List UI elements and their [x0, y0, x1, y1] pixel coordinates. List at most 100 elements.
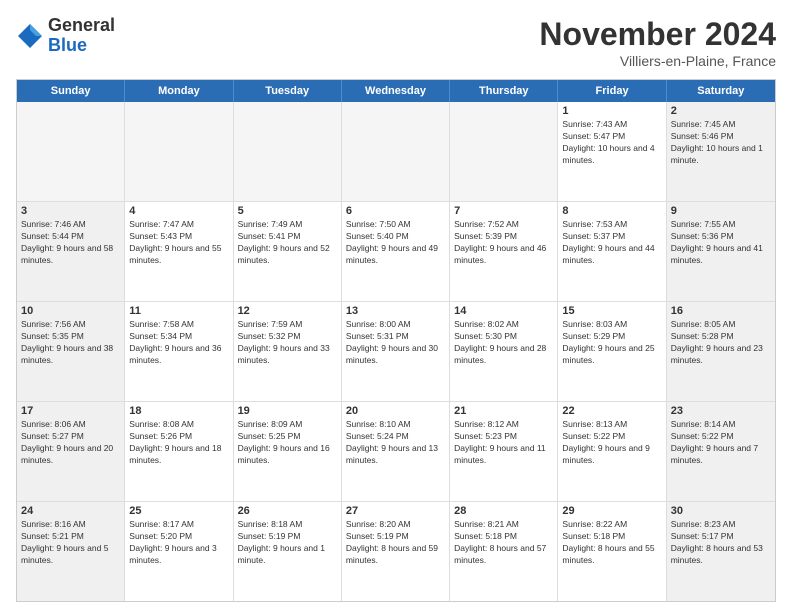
- day-info: Sunrise: 7:58 AM Sunset: 5:34 PM Dayligh…: [129, 319, 228, 367]
- day-info: Sunrise: 7:47 AM Sunset: 5:43 PM Dayligh…: [129, 219, 228, 267]
- calendar-week-row: 10 Sunrise: 7:56 AM Sunset: 5:35 PM Dayli…: [17, 302, 775, 402]
- empty-day-cell: [342, 102, 450, 201]
- title-area: November 2024 Villiers-en-Plaine, France: [539, 16, 776, 69]
- day-cell: 17 Sunrise: 8:06 AM Sunset: 5:27 PM Dayli…: [17, 402, 125, 501]
- day-info: Sunrise: 8:08 AM Sunset: 5:26 PM Dayligh…: [129, 419, 228, 467]
- day-info: Sunrise: 8:20 AM Sunset: 5:19 PM Dayligh…: [346, 519, 445, 567]
- day-info: Sunrise: 8:16 AM Sunset: 5:21 PM Dayligh…: [21, 519, 120, 567]
- day-cell: 11Sunrise: 7:58 AM Sunset: 5:34 PM Dayli…: [125, 302, 233, 401]
- month-title: November 2024: [539, 16, 776, 53]
- calendar-week-row: 1 Sunrise: 7:43 AM Sunset: 5:47 PM Daylig…: [17, 102, 775, 202]
- day-of-week-header: Wednesday: [342, 80, 450, 102]
- day-of-week-header: Saturday: [667, 80, 775, 102]
- day-number: 24: [21, 505, 120, 517]
- day-number: 3: [21, 205, 120, 217]
- day-info: Sunrise: 7:50 AM Sunset: 5:40 PM Dayligh…: [346, 219, 445, 267]
- day-info: Sunrise: 7:46 AM Sunset: 5:44 PM Dayligh…: [21, 219, 120, 267]
- day-cell: 2 Sunrise: 7:45 AM Sunset: 5:46 PM Daylig…: [667, 102, 775, 201]
- day-of-week-header: Friday: [558, 80, 666, 102]
- day-number: 14: [454, 305, 553, 317]
- day-cell: 6 Sunrise: 7:50 AM Sunset: 5:40 PM Daylig…: [342, 202, 450, 301]
- day-cell: 26 Sunrise: 8:18 AM Sunset: 5:19 PM Dayli…: [234, 502, 342, 601]
- day-info: Sunrise: 7:55 AM Sunset: 5:36 PM Dayligh…: [671, 219, 771, 267]
- empty-day-cell: [17, 102, 125, 201]
- day-number: 18: [129, 405, 228, 417]
- day-cell: 18 Sunrise: 8:08 AM Sunset: 5:26 PM Dayli…: [125, 402, 233, 501]
- day-info: Sunrise: 7:52 AM Sunset: 5:39 PM Dayligh…: [454, 219, 553, 267]
- logo: General Blue: [16, 16, 115, 56]
- day-cell: 16Sunrise: 8:05 AM Sunset: 5:28 PM Dayli…: [667, 302, 775, 401]
- logo-icon: [16, 22, 44, 50]
- day-info: Sunrise: 7:59 AM Sunset: 5:32 PM Dayligh…: [238, 319, 337, 367]
- calendar-week-row: 24 Sunrise: 8:16 AM Sunset: 5:21 PM Dayli…: [17, 502, 775, 601]
- day-info: Sunrise: 7:45 AM Sunset: 5:46 PM Dayligh…: [671, 119, 771, 167]
- day-of-week-header: Tuesday: [234, 80, 342, 102]
- day-info: Sunrise: 7:56 AM Sunset: 5:35 PM Dayligh…: [21, 319, 120, 367]
- day-cell: 28 Sunrise: 8:21 AM Sunset: 5:18 PM Dayli…: [450, 502, 558, 601]
- day-info: Sunrise: 8:23 AM Sunset: 5:17 PM Dayligh…: [671, 519, 771, 567]
- day-number: 25: [129, 505, 228, 517]
- day-cell: 9 Sunrise: 7:55 AM Sunset: 5:36 PM Daylig…: [667, 202, 775, 301]
- day-cell: 10 Sunrise: 7:56 AM Sunset: 5:35 PM Dayli…: [17, 302, 125, 401]
- day-number: 5: [238, 205, 337, 217]
- day-cell: 21 Sunrise: 8:12 AM Sunset: 5:23 PM Dayli…: [450, 402, 558, 501]
- day-number: 27: [346, 505, 445, 517]
- day-number: 2: [671, 105, 771, 117]
- day-cell: 20 Sunrise: 8:10 AM Sunset: 5:24 PM Dayli…: [342, 402, 450, 501]
- day-cell: 22Sunrise: 8:13 AM Sunset: 5:22 PM Dayli…: [558, 402, 666, 501]
- logo-general: General: [48, 16, 115, 36]
- empty-day-cell: [234, 102, 342, 201]
- day-number: 6: [346, 205, 445, 217]
- day-info: Sunrise: 8:21 AM Sunset: 5:18 PM Dayligh…: [454, 519, 553, 567]
- logo-text: General Blue: [48, 16, 115, 56]
- day-info: Sunrise: 8:18 AM Sunset: 5:19 PM Dayligh…: [238, 519, 337, 567]
- day-cell: 8 Sunrise: 7:53 AM Sunset: 5:37 PM Daylig…: [558, 202, 666, 301]
- day-number: 10: [21, 305, 120, 317]
- day-number: 7: [454, 205, 553, 217]
- day-info: Sunrise: 8:14 AM Sunset: 5:22 PM Dayligh…: [671, 419, 771, 467]
- day-number: 17: [21, 405, 120, 417]
- day-cell: 3 Sunrise: 7:46 AM Sunset: 5:44 PM Daylig…: [17, 202, 125, 301]
- header: General Blue November 2024 Villiers-en-P…: [16, 16, 776, 69]
- day-info: Sunrise: 8:02 AM Sunset: 5:30 PM Dayligh…: [454, 319, 553, 367]
- calendar-header: SundayMondayTuesdayWednesdayThursdayFrid…: [17, 80, 775, 102]
- day-info: Sunrise: 8:10 AM Sunset: 5:24 PM Dayligh…: [346, 419, 445, 467]
- calendar-week-row: 17 Sunrise: 8:06 AM Sunset: 5:27 PM Dayli…: [17, 402, 775, 502]
- day-cell: 1 Sunrise: 7:43 AM Sunset: 5:47 PM Daylig…: [558, 102, 666, 201]
- day-number: 26: [238, 505, 337, 517]
- day-cell: 25 Sunrise: 8:17 AM Sunset: 5:20 PM Dayli…: [125, 502, 233, 601]
- day-number: 23: [671, 405, 771, 417]
- day-cell: 7 Sunrise: 7:52 AM Sunset: 5:39 PM Daylig…: [450, 202, 558, 301]
- day-of-week-header: Sunday: [17, 80, 125, 102]
- day-cell: 30Sunrise: 8:23 AM Sunset: 5:17 PM Dayli…: [667, 502, 775, 601]
- day-cell: 12 Sunrise: 7:59 AM Sunset: 5:32 PM Dayli…: [234, 302, 342, 401]
- day-cell: 13 Sunrise: 8:00 AM Sunset: 5:31 PM Dayli…: [342, 302, 450, 401]
- day-number: 21: [454, 405, 553, 417]
- day-number: 20: [346, 405, 445, 417]
- day-info: Sunrise: 8:00 AM Sunset: 5:31 PM Dayligh…: [346, 319, 445, 367]
- day-info: Sunrise: 7:53 AM Sunset: 5:37 PM Dayligh…: [562, 219, 661, 267]
- day-info: Sunrise: 8:03 AM Sunset: 5:29 PM Dayligh…: [562, 319, 661, 367]
- empty-day-cell: [125, 102, 233, 201]
- calendar-body: 1 Sunrise: 7:43 AM Sunset: 5:47 PM Daylig…: [17, 102, 775, 601]
- day-info: Sunrise: 8:05 AM Sunset: 5:28 PM Dayligh…: [671, 319, 771, 367]
- day-number: 28: [454, 505, 553, 517]
- day-cell: 15 Sunrise: 8:03 AM Sunset: 5:29 PM Dayli…: [558, 302, 666, 401]
- logo-blue: Blue: [48, 36, 115, 56]
- day-cell: 24 Sunrise: 8:16 AM Sunset: 5:21 PM Dayli…: [17, 502, 125, 601]
- day-info: Sunrise: 8:12 AM Sunset: 5:23 PM Dayligh…: [454, 419, 553, 467]
- day-number: 1: [562, 105, 661, 117]
- location: Villiers-en-Plaine, France: [539, 53, 776, 69]
- day-cell: 4Sunrise: 7:47 AM Sunset: 5:43 PM Daylig…: [125, 202, 233, 301]
- day-cell: 29Sunrise: 8:22 AM Sunset: 5:18 PM Dayli…: [558, 502, 666, 601]
- day-of-week-header: Thursday: [450, 80, 558, 102]
- day-number: 13: [346, 305, 445, 317]
- day-info: Sunrise: 7:43 AM Sunset: 5:47 PM Dayligh…: [562, 119, 661, 167]
- day-info: Sunrise: 8:09 AM Sunset: 5:25 PM Dayligh…: [238, 419, 337, 467]
- day-number: 15: [562, 305, 661, 317]
- day-info: Sunrise: 8:06 AM Sunset: 5:27 PM Dayligh…: [21, 419, 120, 467]
- day-info: Sunrise: 8:17 AM Sunset: 5:20 PM Dayligh…: [129, 519, 228, 567]
- day-number: 12: [238, 305, 337, 317]
- day-number: 8: [562, 205, 661, 217]
- day-number: 9: [671, 205, 771, 217]
